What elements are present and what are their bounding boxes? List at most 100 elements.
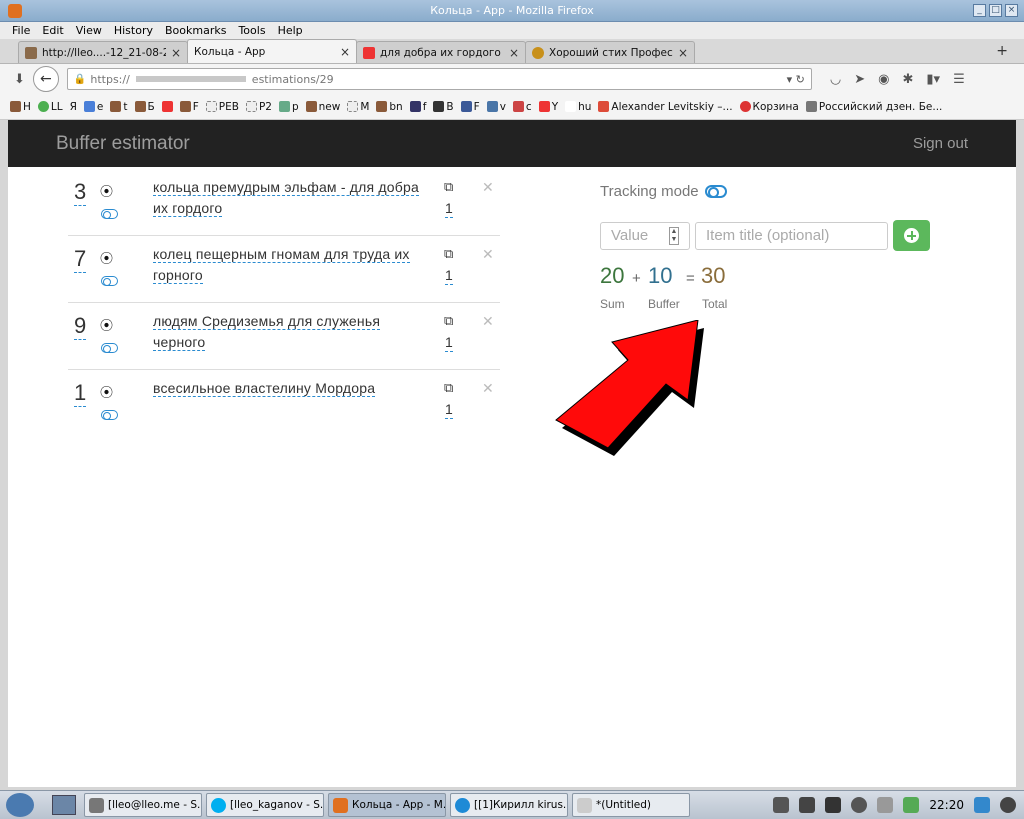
pocket-icon[interactable]: ◡ bbox=[830, 72, 841, 87]
delete-icon[interactable]: ✕ bbox=[482, 246, 494, 263]
item-number[interactable]: 3 bbox=[74, 179, 87, 206]
back-button[interactable]: ← bbox=[32, 66, 59, 92]
item-title[interactable]: всесильное властелину Мордора bbox=[153, 378, 433, 399]
url-bar[interactable]: 🔒 https:// estimations/29 ▾ ↻ bbox=[66, 68, 812, 90]
bookmark[interactable]: LL bbox=[37, 101, 63, 113]
bookmark[interactable]: B bbox=[433, 101, 454, 113]
toggle-icon[interactable] bbox=[101, 410, 118, 420]
volume-icon[interactable] bbox=[773, 797, 790, 813]
close-tab-icon[interactable]: × bbox=[678, 46, 688, 60]
network-icon[interactable] bbox=[825, 797, 842, 813]
bookmark[interactable] bbox=[161, 101, 173, 112]
target-icon[interactable]: ⦿ bbox=[100, 181, 113, 200]
item-title[interactable]: колец пещерным гномам для труда их горно… bbox=[153, 244, 433, 286]
bookmark[interactable]: Корзина bbox=[739, 101, 799, 113]
tab-poem[interactable]: Хороший стих Професс... × bbox=[525, 41, 695, 63]
notification-icon[interactable] bbox=[851, 797, 868, 813]
item-title[interactable]: людям Средиземья для служенья черного bbox=[153, 311, 433, 353]
menu-history[interactable]: History bbox=[114, 24, 153, 37]
bookmark[interactable]: p bbox=[278, 101, 299, 113]
toggle-icon[interactable] bbox=[101, 276, 118, 286]
delete-icon[interactable]: ✕ bbox=[482, 313, 494, 330]
bookmark[interactable]: P2 bbox=[245, 101, 272, 113]
menu-tools[interactable]: Tools bbox=[238, 24, 265, 37]
copy-icon[interactable]: ⧉ bbox=[444, 313, 453, 329]
minimize-icon[interactable]: _ bbox=[973, 4, 986, 17]
app-brand[interactable]: Buffer estimator bbox=[56, 133, 190, 155]
item-number[interactable]: 1 bbox=[74, 380, 87, 407]
bookmark[interactable]: new bbox=[305, 101, 340, 113]
tracking-mode[interactable]: Tracking mode bbox=[600, 183, 727, 200]
close-icon[interactable]: × bbox=[1005, 4, 1018, 17]
item-quantity[interactable]: 1 bbox=[445, 200, 453, 218]
menu-edit[interactable]: Edit bbox=[42, 24, 63, 37]
bookmark[interactable]: Б bbox=[134, 101, 155, 113]
taskbar-item-skype[interactable]: [lleo_kaganov - S... bbox=[206, 793, 324, 817]
bookmark[interactable]: t bbox=[110, 101, 128, 113]
tab-yandex[interactable]: для добра их гордого — ... × bbox=[356, 41, 526, 63]
status-icon[interactable] bbox=[903, 797, 920, 813]
bookmark[interactable]: M bbox=[347, 101, 369, 113]
toggle-icon[interactable] bbox=[101, 209, 118, 219]
taskbar-item-chat[interactable]: [[1]Кирилл kirus... bbox=[450, 793, 568, 817]
delete-icon[interactable]: ✕ bbox=[482, 179, 494, 196]
bookmark[interactable]: F bbox=[179, 101, 199, 113]
download-icon[interactable]: ⬇ bbox=[14, 72, 25, 87]
item-quantity[interactable]: 1 bbox=[445, 334, 453, 352]
value-input[interactable]: Value ▲ ▼ bbox=[600, 221, 690, 250]
bookmark[interactable]: bn bbox=[376, 101, 403, 113]
chat-icon[interactable]: ◉ bbox=[878, 72, 889, 87]
bookmark[interactable]: H bbox=[10, 101, 31, 113]
bookmark[interactable]: f bbox=[409, 101, 426, 113]
bookmark[interactable]: hu bbox=[565, 101, 591, 113]
target-icon[interactable]: ⦿ bbox=[100, 315, 113, 334]
bookmark[interactable]: Y bbox=[538, 101, 558, 113]
clock[interactable]: 22:20 bbox=[929, 798, 964, 812]
bookmark[interactable]: v bbox=[486, 101, 506, 113]
item-quantity[interactable]: 1 bbox=[445, 401, 453, 419]
copy-icon[interactable]: ⧉ bbox=[444, 179, 453, 195]
target-icon[interactable]: ⦿ bbox=[100, 248, 113, 267]
item-number[interactable]: 9 bbox=[74, 313, 87, 340]
menu-bookmarks[interactable]: Bookmarks bbox=[165, 24, 226, 37]
close-tab-icon[interactable]: × bbox=[340, 45, 350, 59]
toggle-icon[interactable] bbox=[101, 343, 118, 353]
hamburger-menu-icon[interactable]: ☰ bbox=[953, 72, 965, 87]
start-menu-icon[interactable] bbox=[6, 793, 34, 817]
spinner-icon[interactable]: ▲ ▼ bbox=[669, 226, 679, 245]
bookmark[interactable]: PEB bbox=[205, 101, 239, 113]
bookmark[interactable]: F bbox=[460, 101, 480, 113]
item-title-input[interactable]: Item title (optional) bbox=[695, 221, 888, 250]
taskbar-item-editor[interactable]: *(Untitled) bbox=[572, 793, 690, 817]
close-tab-icon[interactable]: × bbox=[171, 46, 181, 60]
keyboard-icon[interactable] bbox=[877, 797, 894, 813]
menu-view[interactable]: View bbox=[76, 24, 102, 37]
tab-koltsa-app[interactable]: Кольца - App × bbox=[187, 39, 357, 63]
bookmark[interactable]: Alexander Levitskiy –... bbox=[598, 101, 733, 113]
maximize-icon[interactable]: □ bbox=[989, 4, 1002, 17]
close-tab-icon[interactable]: × bbox=[509, 46, 519, 60]
bookmark[interactable]: Российский дзен. Бе... bbox=[805, 101, 942, 113]
extension-icon[interactable]: ✱ bbox=[903, 72, 914, 87]
bookmark[interactable]: e bbox=[83, 101, 103, 113]
send-icon[interactable]: ➤ bbox=[854, 72, 865, 87]
add-button[interactable] bbox=[893, 220, 930, 251]
reload-icon[interactable]: ▾ ↻ bbox=[787, 73, 805, 86]
menu-help[interactable]: Help bbox=[278, 24, 303, 37]
show-desktop-icon[interactable] bbox=[52, 795, 76, 815]
new-tab-icon[interactable]: + bbox=[996, 43, 1008, 59]
taskbar-item-firefox[interactable]: Кольца - App - M... bbox=[328, 793, 446, 817]
menu-file[interactable]: File bbox=[12, 24, 30, 37]
battery-icon[interactable] bbox=[799, 797, 816, 813]
target-icon[interactable]: ⦿ bbox=[100, 382, 113, 401]
signout-link[interactable]: Sign out bbox=[913, 135, 968, 152]
power-icon[interactable] bbox=[1000, 797, 1016, 813]
display-icon[interactable] bbox=[974, 797, 990, 813]
taskbar-item-email[interactable]: [lleo@lleo.me - S... bbox=[84, 793, 202, 817]
clipboard-icon[interactable]: ▮▾ bbox=[926, 72, 940, 87]
delete-icon[interactable]: ✕ bbox=[482, 380, 494, 397]
copy-icon[interactable]: ⧉ bbox=[444, 246, 453, 262]
item-title[interactable]: кольца премудрым эльфам - для добра их г… bbox=[153, 177, 433, 219]
bookmark[interactable]: Я bbox=[70, 101, 77, 113]
bookmark[interactable]: c bbox=[512, 101, 532, 113]
